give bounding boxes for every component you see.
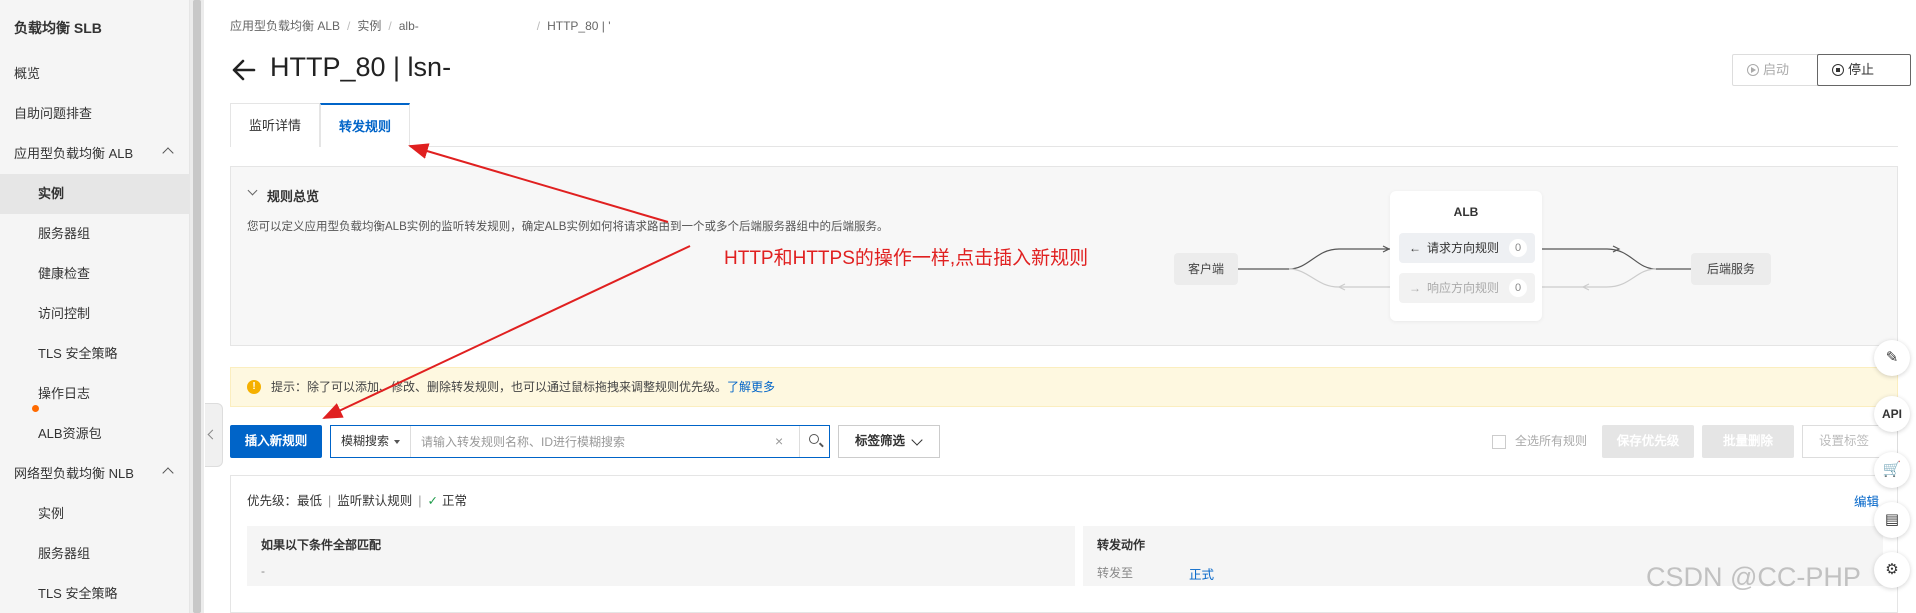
tip-banner: ! 提示：除了可以添加、修改、删除转发规则，也可以通过鼠标拖拽来调整规则优先级。… <box>230 367 1898 407</box>
batch-delete-button[interactable]: 批量删除 <box>1702 425 1794 458</box>
stop-button[interactable]: 停止 <box>1817 54 1911 86</box>
tab-bar: 监听详情 转发规则 <box>230 103 1898 147</box>
chevron-up-icon <box>162 467 174 479</box>
sidebar-item-alb-tls-policy[interactable]: TLS 安全策略 <box>0 334 190 374</box>
sidebar-item-access-control[interactable]: 访问控制 <box>0 294 190 334</box>
conditions-value: - <box>261 564 265 578</box>
sidebar-item-self-diagnosis[interactable]: 自助问题排查 <box>0 94 190 134</box>
sidebar-item-alb-resource-pack[interactable]: ALB资源包 <box>0 414 190 454</box>
rule-priority: 优先级：最低 <box>247 494 323 508</box>
arrow-left-icon: ← <box>1409 241 1421 255</box>
rule-meta: 优先级：最低 | 监听默认规则 | ✓ 正常 <box>247 490 467 509</box>
action-type: 转发至 <box>1097 566 1134 580</box>
learn-more-link[interactable]: 了解更多 <box>727 380 775 394</box>
back-arrow-icon[interactable] <box>230 56 258 84</box>
breadcrumb-instance-id[interactable]: alb- <box>399 19 419 33</box>
tag-filter-dropdown[interactable]: 标签筛选 <box>838 425 940 458</box>
gear-icon[interactable]: ⚙ <box>1874 552 1910 588</box>
sidebar-item-nlb-instances[interactable]: 实例 <box>0 494 190 534</box>
response-rules-count: 0 <box>1509 279 1527 297</box>
actions-header: 转发动作 <box>1097 538 1146 552</box>
clear-icon[interactable]: × <box>775 433 783 449</box>
sidebar-collapse-button[interactable] <box>205 403 223 467</box>
sidebar-group-alb-label: 应用型负载均衡 ALB <box>14 146 134 161</box>
search-icon[interactable] <box>799 426 830 457</box>
annotation-text: HTTP和HTTPS的操作一样,点击插入新规则 <box>724 248 1089 269</box>
conditions-header: 如果以下条件全部匹配 <box>261 538 382 552</box>
response-rules-row[interactable]: → 响应方向规则 0 <box>1399 273 1535 303</box>
start-button[interactable]: 启动 <box>1732 54 1826 86</box>
sidebar-item-alb-instances[interactable]: 实例 <box>0 174 190 214</box>
chevron-left-icon <box>207 429 218 440</box>
sidebar-item-health-check[interactable]: 健康检查 <box>0 254 190 294</box>
stop-circle-icon <box>1832 64 1844 76</box>
sidebar-group-nlb-label: 网络型负载均衡 NLB <box>14 466 134 481</box>
sidebar: 负载均衡 SLB 概览 自助问题排查 应用型负载均衡 ALB 实例 服务器组 健… <box>0 0 190 613</box>
sidebar-item-overview[interactable]: 概览 <box>0 54 190 94</box>
notification-dot <box>32 405 39 412</box>
request-rules-label: 请求方向规则 <box>1427 241 1500 255</box>
client-node: 客户端 <box>1174 253 1238 285</box>
search-box: 模糊搜索 × <box>330 425 830 458</box>
breadcrumb-listener: HTTP_80 | ' <box>547 19 611 33</box>
sidebar-group-nlb[interactable]: 网络型负载均衡 NLB <box>0 454 190 494</box>
breadcrumb-alb[interactable]: 应用型负载均衡 ALB <box>230 19 340 33</box>
breadcrumb-separator: / <box>536 19 541 33</box>
sidebar-title: 负载均衡 SLB <box>14 20 102 36</box>
request-rules-count: 0 <box>1509 239 1527 257</box>
search-mode-select[interactable]: 模糊搜索 <box>331 426 411 457</box>
tab-listener-details[interactable]: 监听详情 <box>230 103 320 147</box>
stop-button-label: 停止 <box>1848 62 1875 77</box>
sidebar-group-alb[interactable]: 应用型负载均衡 ALB <box>0 134 190 174</box>
breadcrumb-instances[interactable]: 实例 <box>357 19 381 33</box>
divider: | <box>418 494 422 508</box>
play-circle-icon <box>1747 64 1759 76</box>
select-all-checkbox[interactable] <box>1492 435 1506 449</box>
breadcrumb-separator: / <box>347 19 351 33</box>
sidebar-item-operation-log[interactable]: 操作日志 <box>0 374 190 414</box>
rule-status: 正常 <box>442 494 468 508</box>
document-icon[interactable]: ▤ <box>1874 502 1910 538</box>
breadcrumb: 应用型负载均衡 ALB / 实例 / alb- / HTTP_80 | ' <box>230 17 611 34</box>
cart-icon[interactable]: 🛒 <box>1874 452 1910 488</box>
sidebar-item-nlb-server-groups[interactable]: 服务器组 <box>0 534 190 574</box>
watermark-text: CSDN @CC-PHP <box>1646 562 1861 592</box>
start-button-label: 启动 <box>1763 62 1790 77</box>
warning-icon: ! <box>247 380 261 394</box>
sidebar-item-alb-server-groups[interactable]: 服务器组 <box>0 214 190 254</box>
breadcrumb-separator: / <box>388 19 392 33</box>
floating-toolbar: ✎ API 🛒 ▤ ⚙ <box>1870 338 1916 613</box>
divider: | <box>328 494 332 508</box>
action-target-link[interactable]: 正式 <box>1189 564 1214 583</box>
select-all-label: 全选所有规则 <box>1515 434 1588 448</box>
insert-rule-button[interactable]: 插入新规则 <box>230 425 322 458</box>
check-icon: ✓ <box>427 494 439 508</box>
alb-node: ALB ← 请求方向规则 0 → 响应方向规则 0 <box>1390 191 1542 321</box>
app-root: 负载均衡 SLB 概览 自助问题排查 应用型负载均衡 ALB 实例 服务器组 健… <box>0 0 1916 613</box>
api-icon[interactable]: API <box>1874 396 1910 432</box>
backend-node: 后端服务 <box>1691 253 1771 285</box>
save-priority-button[interactable]: 保存优先级 <box>1602 425 1694 458</box>
request-rules-row[interactable]: ← 请求方向规则 0 <box>1399 233 1535 263</box>
tip-text: 提示：除了可以添加、修改、删除转发规则，也可以通过鼠标拖拽来调整规则优先级。 <box>271 380 728 394</box>
edit-pen-icon[interactable]: ✎ <box>1874 340 1910 376</box>
rule-name: 监听默认规则 <box>337 494 413 508</box>
search-input[interactable] <box>421 426 791 457</box>
conditions-column: 如果以下条件全部匹配 - <box>247 526 1075 586</box>
sidebar-item-nlb-tls-policy[interactable]: TLS 安全策略 <box>0 574 190 613</box>
arrow-right-icon: → <box>1409 281 1421 295</box>
response-rules-label: 响应方向规则 <box>1427 281 1500 295</box>
sidebar-scrollbar-thumb[interactable] <box>193 0 201 613</box>
alb-label: ALB <box>1453 205 1479 219</box>
chevron-up-icon <box>162 147 174 159</box>
page-title: HTTP_80 | lsn- <box>270 52 452 82</box>
tab-forwarding-rules[interactable]: 转发规则 <box>320 103 410 147</box>
